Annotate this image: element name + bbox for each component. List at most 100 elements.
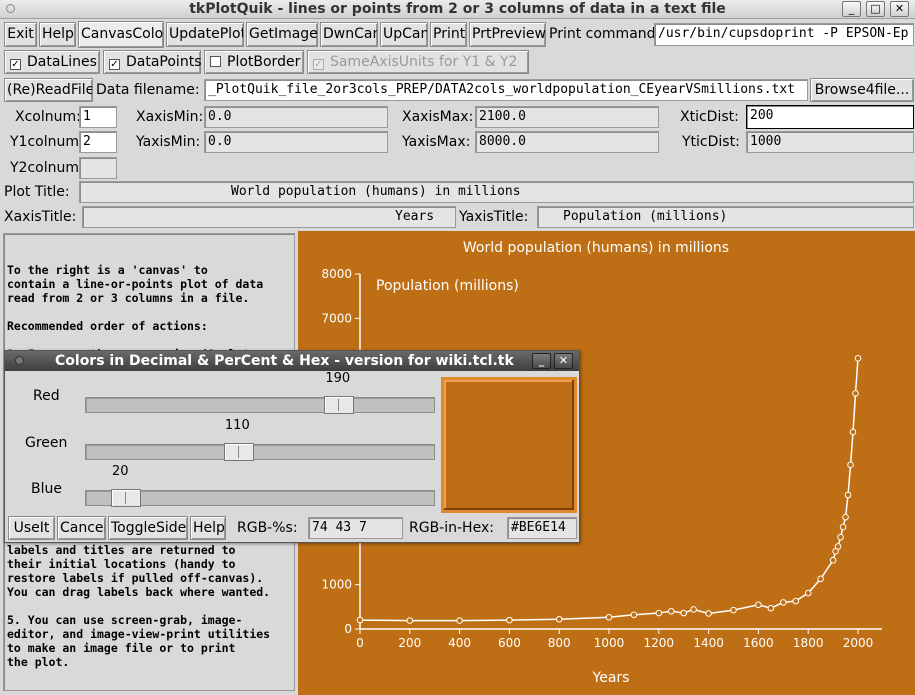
red-value: 190 xyxy=(325,371,351,386)
data-point xyxy=(854,355,862,362)
yaxismax-input[interactable]: 8000.0 xyxy=(475,131,659,153)
xaxis-title-input[interactable]: Years xyxy=(82,206,456,228)
prt-preview-button[interactable]: PrtPreview xyxy=(469,22,546,47)
green-slider[interactable] xyxy=(85,443,435,461)
data-point xyxy=(842,513,849,521)
color-swatch xyxy=(441,377,577,513)
x-tick-label: 600 xyxy=(498,636,521,650)
y2colnum-label: Y2colnum: xyxy=(10,160,84,176)
data-point xyxy=(605,613,613,621)
red-label: Red xyxy=(33,388,60,404)
plot-title-input[interactable]: World population (humans) in millions xyxy=(79,181,914,203)
green-label: Green xyxy=(25,435,68,451)
dialog-menu-icon[interactable] xyxy=(15,356,24,365)
maximize-icon[interactable]: □ xyxy=(866,1,885,17)
yticdist-label: YticDist: xyxy=(682,134,740,150)
x-tick-label: 1600 xyxy=(743,636,774,650)
data-point xyxy=(780,599,787,606)
same-axis-units-checkbox[interactable]: ✓ SameAxisUnits for Y1 & Y2 xyxy=(307,50,529,74)
rgb-hex-value[interactable]: #BE6E14 xyxy=(507,517,577,539)
print-command-label: Print command: xyxy=(549,26,661,42)
data-point xyxy=(847,461,854,469)
yaxis-title-input[interactable]: Population (millions) xyxy=(537,206,914,228)
dwn-can-button[interactable]: DwnCan xyxy=(320,22,378,47)
data-point xyxy=(705,610,712,617)
data-point xyxy=(844,491,852,499)
dialog-close-icon[interactable]: ✕ xyxy=(554,353,573,369)
toggle-side-button[interactable]: ToggleSide xyxy=(108,516,188,540)
blue-slider-thumb[interactable] xyxy=(110,489,141,507)
help-text-bottom: labels and titles are returned to their … xyxy=(7,543,271,669)
data-point xyxy=(849,428,857,436)
data-lines-checkbox[interactable]: ✓ DataLines xyxy=(4,50,100,74)
canvas-color-button[interactable]: CanvasColor xyxy=(78,21,164,48)
data-point xyxy=(555,615,563,623)
plot-border-checkbox[interactable]: PlotBorder xyxy=(204,50,304,74)
window-title-bar: tkPlotQuik - lines or points from 2 or 3… xyxy=(0,0,915,19)
y1colnum-label: Y1colnum: xyxy=(10,134,84,150)
use-it-button[interactable]: UseIt xyxy=(8,516,55,540)
red-slider[interactable] xyxy=(85,396,435,414)
x-tick-label: 800 xyxy=(548,636,571,650)
xticdist-input[interactable]: 200 xyxy=(746,105,914,129)
yaxismax-label: YaxisMax: xyxy=(402,134,471,150)
y2colnum-input[interactable] xyxy=(79,157,117,179)
chart-title: World population (humans) in millions xyxy=(463,240,729,256)
xcolnum-label: Xcolnum: xyxy=(15,109,81,125)
minimize-icon[interactable]: _ xyxy=(842,1,861,17)
data-point xyxy=(655,609,663,617)
y1colnum-input[interactable]: 2 xyxy=(79,131,117,153)
x-tick-label: 1400 xyxy=(693,636,724,650)
color-dialog: Colors in Decimal & PerCent & Hex - vers… xyxy=(4,350,580,543)
data-point xyxy=(680,609,688,617)
blue-slider[interactable] xyxy=(85,489,435,507)
x-tick-label: 1000 xyxy=(594,636,625,650)
data-point xyxy=(792,597,800,605)
dialog-minimize-icon[interactable]: _ xyxy=(532,353,551,369)
x-axis-title: Years xyxy=(592,670,630,686)
xaxismin-input[interactable]: 0.0 xyxy=(204,106,388,128)
data-point xyxy=(356,616,364,624)
cancel-button[interactable]: Cancel xyxy=(57,516,106,540)
browse-file-button[interactable]: Browse4file... xyxy=(810,78,914,102)
x-tick-label: 200 xyxy=(398,636,421,650)
xaxismax-label: XaxisMax: xyxy=(402,109,474,125)
print-command-input[interactable]: /usr/bin/cupsdoprint -P EPSON-Ep xyxy=(654,23,914,46)
y-axis-title: Population (millions) xyxy=(376,278,519,294)
dialog-help-button[interactable]: Help xyxy=(190,516,226,540)
update-plot-button[interactable]: UpdatePlot xyxy=(166,22,244,47)
up-can-button[interactable]: UpCan xyxy=(380,22,428,47)
get-image-button[interactable]: GetImage xyxy=(246,22,318,47)
print-button[interactable]: Print xyxy=(430,22,467,47)
plot-title-label: Plot Title: xyxy=(4,184,70,200)
data-point xyxy=(667,607,675,615)
data-point xyxy=(852,390,859,397)
xaxis-title-label: XaxisTitle: xyxy=(4,209,77,225)
data-points-checkbox[interactable]: ✓ DataPoints xyxy=(103,50,201,74)
close-icon[interactable]: ✕ xyxy=(890,1,909,17)
red-slider-thumb[interactable] xyxy=(324,396,355,414)
y-tick-label: 0 xyxy=(344,622,352,636)
rgb-hex-label: RGB-in-Hex: xyxy=(409,520,494,536)
yticdist-input[interactable]: 1000 xyxy=(746,131,914,153)
data-point xyxy=(755,601,762,609)
yaxismin-input[interactable]: 0.0 xyxy=(204,131,388,153)
help-button[interactable]: Help xyxy=(39,22,76,47)
xaxismax-input[interactable]: 2100.0 xyxy=(475,106,659,128)
x-tick-label: 1200 xyxy=(644,636,675,650)
check-icon: ✓ xyxy=(109,59,120,70)
data-point xyxy=(690,606,697,613)
data-point xyxy=(829,556,837,564)
data-point xyxy=(817,575,824,583)
x-tick-label: 400 xyxy=(448,636,471,650)
y-tick-label: 1000 xyxy=(321,578,352,592)
rgb-percent-value[interactable]: 74 43 7 xyxy=(308,517,403,539)
data-point xyxy=(834,543,842,550)
data-filename-input[interactable]: _PlotQuik_file_2or3cols_PREP/DATA2cols_w… xyxy=(204,79,808,101)
green-slider-thumb[interactable] xyxy=(223,443,254,461)
data-point xyxy=(804,589,812,597)
data-point xyxy=(456,617,463,624)
xcolnum-input[interactable]: 1 xyxy=(79,106,117,128)
reread-file-button[interactable]: (Re)ReadFile xyxy=(4,78,93,102)
exit-button[interactable]: Exit xyxy=(4,22,37,47)
